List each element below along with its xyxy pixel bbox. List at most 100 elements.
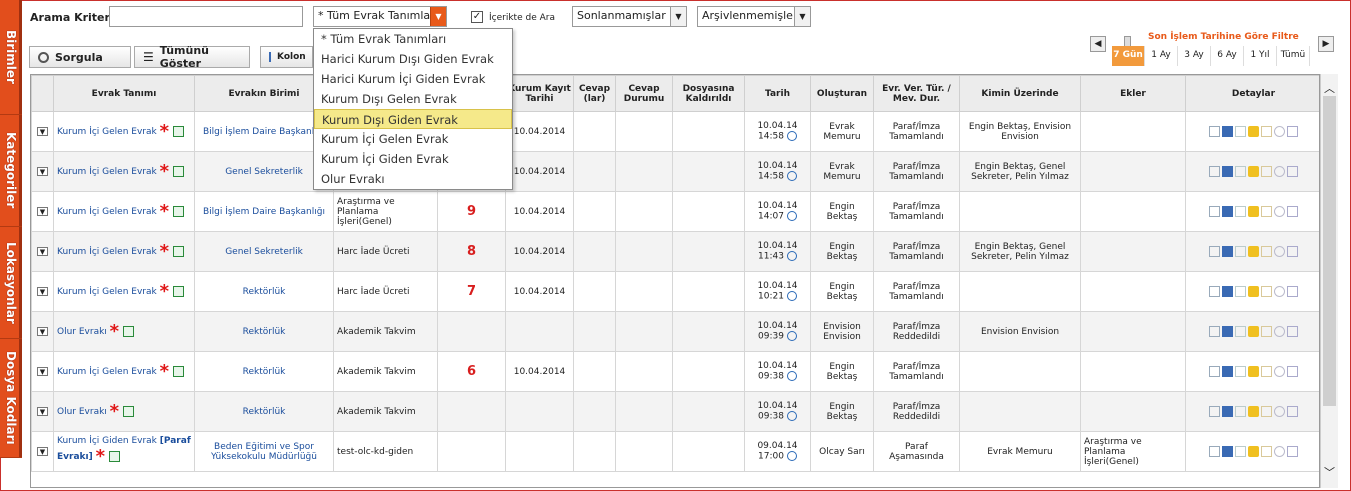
table-scrollbar[interactable]: ︿ ﹀ xyxy=(1320,74,1338,488)
expand-toggle-icon[interactable]: ▼ xyxy=(37,446,48,456)
attachment-icon[interactable] xyxy=(1287,206,1298,217)
column-header[interactable]: Kurum Kayıt Tarihi xyxy=(505,75,574,112)
expand-toggle-icon[interactable]: ▼ xyxy=(37,286,48,296)
search-doc-icon[interactable] xyxy=(172,286,184,297)
doc-type-link[interactable]: Kurum İçi Gelen Evrak xyxy=(57,167,157,177)
doc-type-link[interactable]: Kurum İçi Gelen Evrak xyxy=(57,127,157,137)
attachment-icon[interactable] xyxy=(1287,406,1298,417)
list-icon[interactable] xyxy=(1235,446,1246,457)
document-icon[interactable] xyxy=(1209,166,1220,177)
list-icon[interactable] xyxy=(1235,326,1246,337)
dropdown-option[interactable]: Kurum Dışı Giden Evrak xyxy=(314,109,512,129)
columns-button[interactable]: Kolon xyxy=(260,46,313,68)
expand-cell[interactable]: ▼ xyxy=(31,391,54,432)
search-doc-icon[interactable] xyxy=(172,126,184,137)
user-icon[interactable] xyxy=(1274,446,1285,457)
expand-toggle-icon[interactable]: ▼ xyxy=(37,166,48,176)
document-icon[interactable] xyxy=(1209,326,1220,337)
save-icon[interactable] xyxy=(1222,446,1233,457)
key-icon[interactable] xyxy=(1261,166,1272,177)
sidebar-tab-dosya-kodlari[interactable]: Dosya Kodları xyxy=(0,339,22,458)
show-all-button[interactable]: ☰ Tümünü Göster xyxy=(134,44,250,70)
user-icon[interactable] xyxy=(1274,366,1285,377)
dropdown-option[interactable]: * Tüm Evrak Tanımları xyxy=(314,29,512,49)
key-icon[interactable] xyxy=(1261,206,1272,217)
save-icon[interactable] xyxy=(1222,126,1233,137)
document-icon[interactable] xyxy=(1209,206,1220,217)
document-icon[interactable] xyxy=(1209,246,1220,257)
sidebar-tab-lokasyonlar[interactable]: Lokasyonlar xyxy=(0,227,22,339)
doc-type-link[interactable]: Olur Evrakı xyxy=(57,407,107,417)
key-icon[interactable] xyxy=(1261,126,1272,137)
dropdown-option[interactable]: Kurum İçi Gelen Evrak xyxy=(314,129,512,149)
document-icon[interactable] xyxy=(1209,126,1220,137)
archive-select[interactable]: Arşivlenmemişler ▼ xyxy=(697,6,811,27)
save-icon[interactable] xyxy=(1222,166,1233,177)
table-row[interactable]: ▼ Kurum İçi Gelen Evrak * Genel Sekreter… xyxy=(31,231,1319,272)
doc-type-link[interactable]: Kurum İçi Gelen Evrak xyxy=(57,367,157,377)
search-doc-icon[interactable] xyxy=(172,366,184,377)
key-icon[interactable] xyxy=(1261,246,1272,257)
list-icon[interactable] xyxy=(1235,206,1246,217)
key-icon[interactable] xyxy=(1261,446,1272,457)
table-row[interactable]: ▼ Olur Evrakı * Rektörlük Akademik Takvi… xyxy=(31,311,1319,352)
list-icon[interactable] xyxy=(1235,166,1246,177)
table-row[interactable]: ▼ Kurum İçi Gelen Evrak * Rektörlük Harc… xyxy=(31,271,1319,312)
chevron-down-icon[interactable]: ▼ xyxy=(670,7,686,26)
search-doc-icon[interactable] xyxy=(172,166,184,177)
save-icon[interactable] xyxy=(1222,326,1233,337)
table-row[interactable]: ▼ Olur Evrakı * Rektörlük Akademik Takvi… xyxy=(31,391,1319,432)
key-icon[interactable] xyxy=(1261,366,1272,377)
document-icon[interactable] xyxy=(1209,286,1220,297)
search-doc-icon[interactable] xyxy=(122,326,134,337)
sidebar-tab-birimler[interactable]: Birimler xyxy=(0,0,22,115)
column-header[interactable]: Ekler xyxy=(1080,75,1186,112)
table-row[interactable]: ▼ Kurum İçi Giden Evrak [Paraf Evrakı] *… xyxy=(31,431,1319,472)
list-icon[interactable] xyxy=(1235,246,1246,257)
expand-cell[interactable]: ▼ xyxy=(31,191,54,232)
scroll-up-icon[interactable]: ︿ xyxy=(1324,80,1335,96)
column-header[interactable]: Tarih xyxy=(744,75,811,112)
filter-option[interactable]: 1 Yıl xyxy=(1244,46,1277,66)
expand-toggle-icon[interactable]: ▼ xyxy=(37,126,48,136)
expand-cell[interactable]: ▼ xyxy=(31,271,54,312)
search-doc-icon[interactable] xyxy=(108,451,120,462)
search-doc-icon[interactable] xyxy=(172,246,184,257)
user-icon[interactable] xyxy=(1274,246,1285,257)
column-header[interactable]: Oluşturan xyxy=(810,75,874,112)
chevron-down-icon[interactable]: ▼ xyxy=(794,7,810,26)
filter-prev-button[interactable]: ◀ xyxy=(1090,36,1106,52)
filter-next-button[interactable]: ▶ xyxy=(1318,36,1334,52)
attachment-icon[interactable] xyxy=(1287,286,1298,297)
expand-toggle-icon[interactable]: ▼ xyxy=(37,406,48,416)
document-icon[interactable] xyxy=(1209,406,1220,417)
expand-cell[interactable]: ▼ xyxy=(31,351,54,392)
lock-icon[interactable] xyxy=(1248,246,1259,257)
key-icon[interactable] xyxy=(1261,326,1272,337)
filter-option[interactable]: 7 Gün xyxy=(1112,46,1145,66)
lock-icon[interactable] xyxy=(1248,406,1259,417)
search-in-content-checkbox[interactable]: ✓ xyxy=(471,11,483,23)
filter-option[interactable]: 3 Ay xyxy=(1178,46,1211,66)
attachment-icon[interactable] xyxy=(1287,246,1298,257)
document-icon[interactable] xyxy=(1209,366,1220,377)
sidebar-tab-kategoriler[interactable]: Kategoriler xyxy=(0,115,22,227)
table-row[interactable]: ▼ Kurum İçi Gelen Evrak * Bilgi İşlem Da… xyxy=(31,191,1319,232)
dropdown-option[interactable]: Kurum Dışı Gelen Evrak xyxy=(314,89,512,109)
lock-icon[interactable] xyxy=(1248,326,1259,337)
query-button[interactable]: Sorgula xyxy=(29,46,131,68)
search-doc-icon[interactable] xyxy=(172,206,184,217)
expand-toggle-icon[interactable]: ▼ xyxy=(37,366,48,376)
filter-option[interactable]: Tümü xyxy=(1277,46,1310,66)
key-icon[interactable] xyxy=(1261,286,1272,297)
column-header[interactable]: Dosyasına Kaldırıldı xyxy=(672,75,745,112)
expand-toggle-icon[interactable]: ▼ xyxy=(37,206,48,216)
save-icon[interactable] xyxy=(1222,406,1233,417)
scrollbar-thumb[interactable] xyxy=(1323,96,1336,406)
list-icon[interactable] xyxy=(1235,286,1246,297)
filter-option[interactable]: 6 Ay xyxy=(1211,46,1244,66)
filter-option[interactable]: 1 Ay xyxy=(1145,46,1178,66)
dropdown-option[interactable]: Harici Kurum İçi Giden Evrak xyxy=(314,69,512,89)
list-icon[interactable] xyxy=(1235,126,1246,137)
lock-icon[interactable] xyxy=(1248,366,1259,377)
